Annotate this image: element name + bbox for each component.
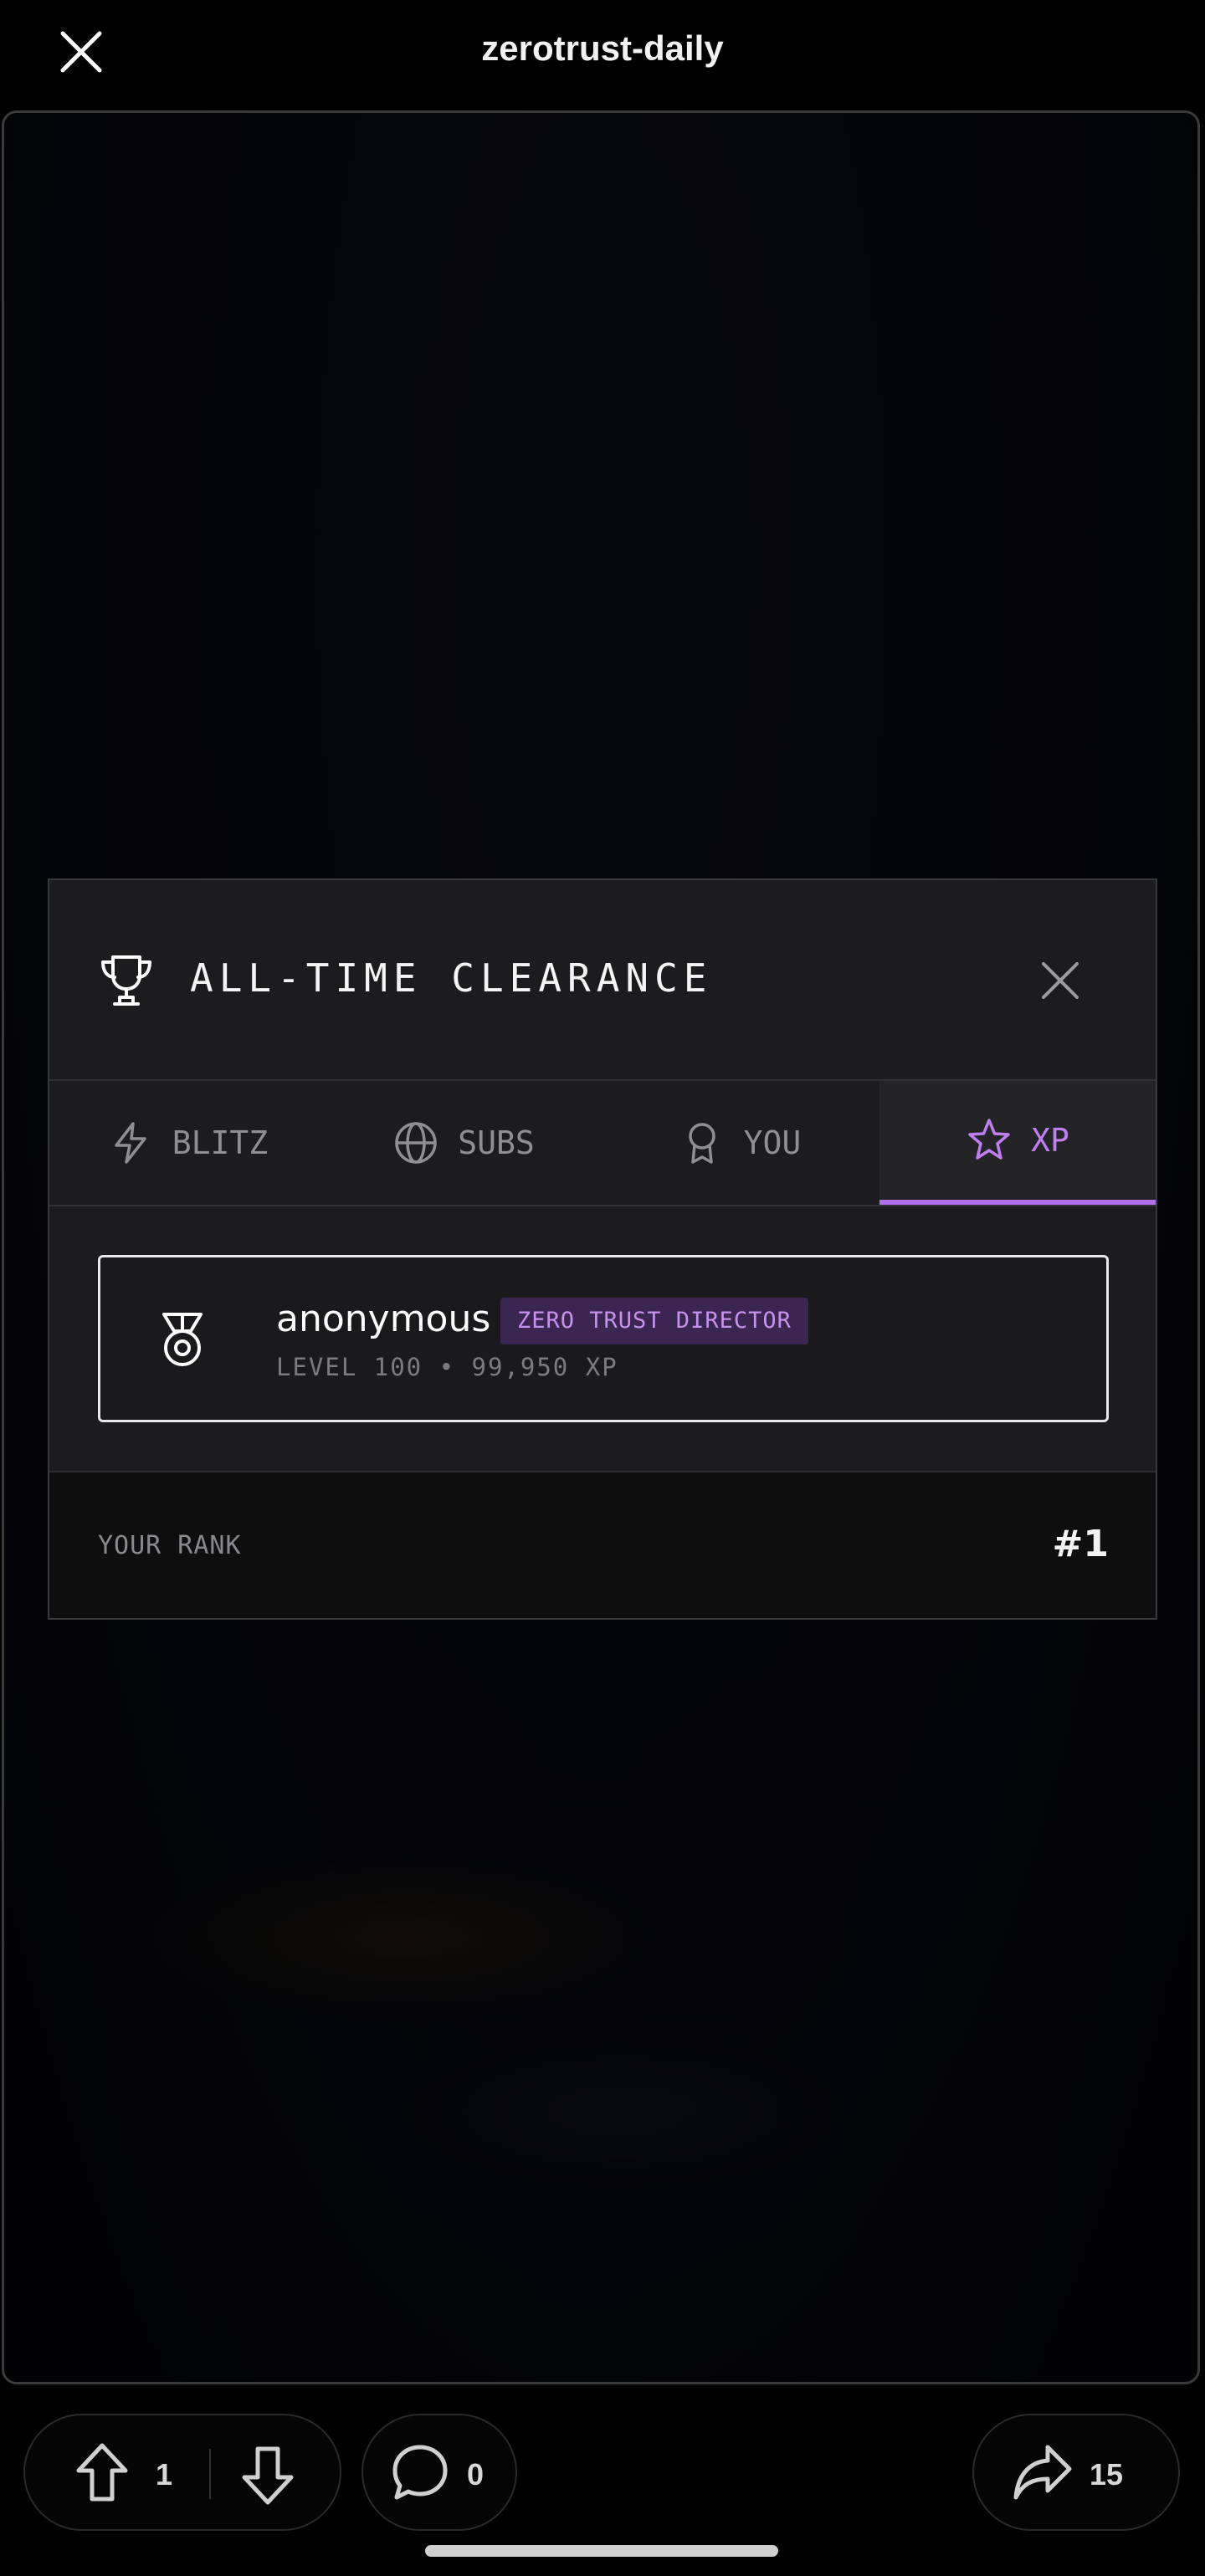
tab-label: BLITZ <box>172 1124 269 1161</box>
star-icon <box>966 1117 1013 1164</box>
share-count: 15 <box>1090 2457 1124 2491</box>
trophy-icon <box>96 950 156 1011</box>
medal-icon <box>152 1309 213 1370</box>
lightning-icon <box>107 1119 154 1166</box>
comment-button[interactable]: 0 <box>362 2414 517 2531</box>
rank-value: #1 <box>1052 1523 1109 1565</box>
top-bar: zerotrust-daily <box>0 0 1205 109</box>
tab-label: SUBS <box>458 1124 535 1161</box>
rank-label: YOUR RANK <box>98 1531 242 1560</box>
globe-icon <box>392 1119 439 1166</box>
level-xp: LEVEL 100 • 99,950 XP <box>276 1353 618 1381</box>
downvote-button[interactable] <box>238 2444 298 2507</box>
share-icon <box>1011 2442 1074 2507</box>
award-ribbon-icon <box>679 1119 726 1166</box>
tab-you[interactable]: YOU <box>602 1081 878 1205</box>
tab-xp[interactable]: XP <box>879 1081 1156 1205</box>
tab-subs[interactable]: SUBS <box>326 1081 602 1205</box>
username: anonymous <box>276 1298 491 1340</box>
comment-icon <box>388 2440 452 2508</box>
home-indicator <box>425 2545 778 2557</box>
page-title: zerotrust-daily <box>481 28 724 68</box>
background-glow <box>146 1853 665 2020</box>
modal-header: ALL-TIME CLEARANCE <box>49 880 1156 1081</box>
rank-row: YOUR RANK #1 <box>49 1471 1156 1618</box>
status-badge: ZERO TRUST DIRECTOR <box>500 1298 808 1344</box>
tab-blitz[interactable]: BLITZ <box>49 1081 326 1205</box>
divider <box>209 2449 211 2499</box>
leaderboard-entry[interactable]: anonymous ZERO TRUST DIRECTOR LEVEL 100 … <box>98 1255 1109 1422</box>
share-button[interactable]: 15 <box>972 2414 1180 2531</box>
leaderboard-tabs: BLITZ SUBS YOU XP <box>49 1081 1156 1206</box>
background-glow <box>406 2037 841 2188</box>
vote-bar: 1 <box>23 2414 341 2531</box>
upvote-button[interactable] <box>72 2440 132 2504</box>
modal-title: ALL-TIME CLEARANCE <box>190 955 713 1001</box>
tab-label: YOU <box>743 1124 802 1161</box>
close-icon[interactable] <box>1033 954 1087 1007</box>
upvote-count: 1 <box>156 2457 173 2491</box>
leaderboard-modal: ALL-TIME CLEARANCE BLITZ SUBS YOU XP ano… <box>48 878 1157 1620</box>
tab-label: XP <box>1031 1122 1069 1159</box>
comment-count: 0 <box>467 2457 485 2491</box>
